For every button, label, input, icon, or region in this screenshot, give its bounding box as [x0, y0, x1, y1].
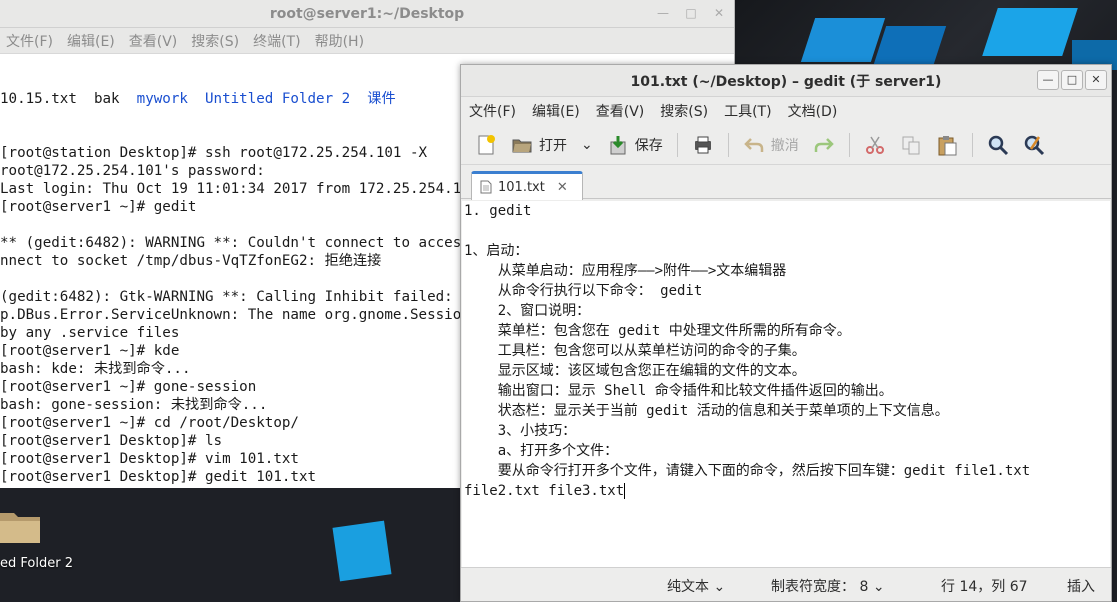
gedit-menu-search[interactable]: 搜索(S) [660, 101, 708, 121]
gedit-menu-view[interactable]: 查看(V) [596, 101, 645, 121]
terminal-menu-edit[interactable]: 编辑(E) [67, 31, 115, 51]
editor-line: 从命令行执行以下命令： gedit [464, 283, 703, 299]
copy-icon [902, 136, 920, 154]
terminal-menu-search[interactable]: 搜索(S) [191, 31, 239, 51]
open-button[interactable]: 打开 [507, 130, 571, 160]
tab-width-selector[interactable]: 制表符宽度： 8 ⌄ [771, 576, 885, 596]
syntax-mode-label: 纯文本 [667, 579, 709, 595]
toolbar-separator [848, 132, 850, 157]
toolbar-separator [727, 132, 729, 157]
close-icon[interactable]: ✕ [1085, 70, 1107, 90]
cursor-position: 行 14，列 67 [941, 579, 1028, 595]
close-icon[interactable]: ✕ [557, 180, 568, 195]
editor-line: 要从命令行打开多个文件，请键入下面的命令，然后按下回车键：gedit file1… [464, 463, 1031, 479]
terminal-title: root@server1:~/Desktop [269, 5, 465, 22]
editor-line: 1、启动： [464, 243, 529, 259]
editor-line: 1. gedit [464, 203, 532, 219]
copy-button[interactable] [896, 130, 926, 160]
terminal-menubar: 文件(F) 编辑(E) 查看(V) 搜索(S) 终端(T) 帮助(H) [0, 28, 734, 54]
gedit-menu-documents[interactable]: 文档(D) [788, 101, 838, 121]
printer-icon [694, 136, 711, 153]
editor-line: a、打开多个文件： [464, 443, 619, 459]
paste-clipboard-icon [938, 135, 957, 155]
gedit-tabbar: 101.txt ✕ [461, 165, 1111, 200]
desktop-decoration-shape [873, 26, 947, 64]
desktop-decoration-shape [800, 18, 886, 62]
save-icon [610, 135, 626, 154]
open-button-label: 打开 [539, 137, 567, 154]
toolbar-separator [971, 132, 973, 157]
desktop-folder-icon[interactable] [0, 505, 42, 547]
tab-width-label: 制表符宽度： 8 [771, 579, 869, 595]
chevron-down-icon: ⌄ [872, 579, 885, 595]
gedit-menu-tools[interactable]: 工具(T) [724, 101, 771, 121]
terminal-titlebar[interactable]: root@server1:~/Desktop — □ ✕ [0, 0, 734, 28]
undo-button-label: 撤消 [770, 137, 799, 154]
gedit-statusbar: 纯文本 ⌄ 制表符宽度： 8 ⌄ 行 14，列 67 插入 [461, 567, 1111, 601]
redo-arrow-icon [814, 137, 834, 152]
text-file-icon [480, 180, 492, 194]
maximize-icon[interactable]: □ [684, 6, 698, 20]
ls-plain-entries: 10.15.txt bak [0, 91, 137, 107]
gedit-titlebar[interactable]: 101.txt (~/Desktop) – gedit (于 server1) … [461, 65, 1111, 97]
print-button[interactable] [688, 130, 718, 160]
scissors-icon [865, 136, 884, 154]
tab-101-txt[interactable]: 101.txt ✕ [471, 171, 583, 200]
editor-line: 2、窗口说明： [464, 303, 591, 319]
open-recent-dropdown[interactable]: ⌄ [577, 130, 597, 160]
toolbar-separator [676, 132, 678, 157]
terminal-menu-view[interactable]: 查看(V) [129, 31, 178, 51]
editor-line: file2.txt file3.txt [464, 483, 626, 499]
gedit-toolbar: 打开 ⌄ 保存 撤消 [461, 125, 1111, 165]
minimize-icon[interactable]: — [1037, 70, 1059, 90]
editor-line: 输出窗口：显示 Shell 命令插件和比较文件插件返回的输出。 [464, 383, 893, 399]
gedit-menubar: 文件(F) 编辑(E) 查看(V) 搜索(S) 工具(T) 文档(D) [461, 97, 1111, 125]
gedit-window[interactable]: 101.txt (~/Desktop) – gedit (于 server1) … [460, 64, 1112, 602]
maximize-icon[interactable]: □ [1061, 70, 1083, 90]
editor-text-area[interactable]: 1. gedit 1、启动： 从菜单启动：应用程序——>附件——>文本编辑器 从命… [462, 201, 1110, 567]
editor-line: 显示区域：该区域包含您正在编辑的文件的文本。 [464, 363, 806, 379]
paste-button[interactable] [932, 130, 962, 160]
editor-line: 从菜单启动：应用程序——>附件——>文本编辑器 [464, 263, 787, 279]
desktop-decoration-shape [982, 8, 1078, 56]
chevron-down-icon: ⌄ [713, 579, 726, 595]
terminal-menu-terminal[interactable]: 终端(T) [253, 31, 300, 51]
save-button-label: 保存 [634, 137, 663, 154]
find-replace-icon [1024, 135, 1044, 155]
text-caret [624, 483, 626, 499]
save-button[interactable]: 保存 [603, 130, 667, 160]
redo-button[interactable] [809, 130, 839, 160]
minimize-icon[interactable]: — [656, 6, 670, 20]
editor-line: 菜单栏：包含您在 gedit 中处理文件所需的所有命令。 [464, 323, 851, 339]
ls-directory-entries: mywork Untitled Folder 2 课件 [136, 91, 396, 107]
close-icon[interactable]: ✕ [712, 6, 726, 20]
find-button[interactable] [983, 130, 1013, 160]
editor-line: 工具栏：包含您可以从菜单栏访问的命令的子集。 [464, 343, 806, 359]
open-folder-icon [512, 139, 532, 152]
cut-button[interactable] [860, 130, 890, 160]
terminal-menu-help[interactable]: 帮助(H) [315, 31, 364, 51]
undo-arrow-icon [743, 137, 763, 152]
desktop-folder-label[interactable]: ed Folder 2 [0, 556, 73, 571]
new-document-button[interactable] [471, 130, 501, 160]
syntax-mode-selector[interactable]: 纯文本 ⌄ [667, 576, 725, 596]
gedit-menu-edit[interactable]: 编辑(E) [532, 101, 580, 121]
desktop-decoration-cube [332, 520, 392, 582]
editor-line: 3、小技巧： [464, 423, 577, 439]
insert-mode-indicator: 插入 [1067, 579, 1095, 595]
find-replace-button[interactable] [1019, 130, 1049, 160]
terminal-menu-file[interactable]: 文件(F) [6, 31, 53, 51]
editor-line: 状态栏：显示关于当前 gedit 活动的信息和关于菜单项的上下文信息。 [464, 403, 949, 419]
gedit-title: 101.txt (~/Desktop) – gedit (于 server1) [630, 73, 942, 90]
chevron-down-icon: ⌄ [581, 136, 593, 153]
search-icon [988, 135, 1008, 155]
tab-label: 101.txt [498, 179, 545, 195]
undo-button[interactable]: 撤消 [739, 130, 803, 160]
gedit-menu-file[interactable]: 文件(F) [469, 101, 516, 121]
new-document-icon [478, 134, 495, 154]
